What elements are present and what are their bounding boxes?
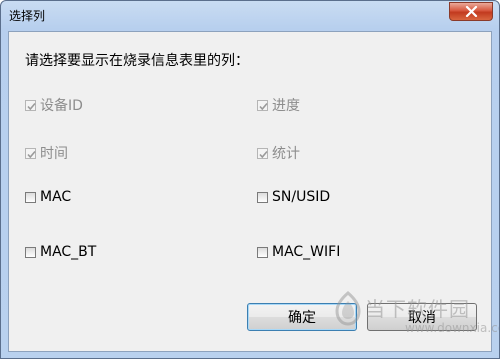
check-icon [259,102,268,110]
watermark-text: 当下软件园 [365,297,470,321]
checkbox-box[interactable] [257,147,268,159]
checkbox-box[interactable] [257,99,268,111]
checkbox-mac[interactable]: MAC [25,188,71,206]
checkbox-mac-bt[interactable]: MAC_BT [25,243,96,261]
checkbox-statistics[interactable]: 统计 [257,144,300,162]
watermark: 当下软件园 www.downxia.com [331,289,499,349]
dialog-window: 选择列 请选择要显示在烧录信息表里的列： 设备ID 进度 时间 统计 MAC S… [0,0,500,359]
checkbox-label: 时间 [40,146,68,162]
checkbox-box[interactable] [257,246,268,258]
checkbox-box[interactable] [25,191,36,203]
checkbox-box[interactable] [257,191,268,203]
close-icon [465,6,478,17]
checkbox-device-id[interactable]: 设备ID [25,96,83,114]
checkbox-label: 设备ID [40,98,83,114]
checkbox-label: 进度 [272,98,300,114]
title-bar[interactable]: 选择列 [1,1,499,31]
checkbox-mac-wifi[interactable]: MAC_WIFI [257,243,340,261]
checkbox-progress[interactable]: 进度 [257,96,300,114]
prompt-label: 请选择要显示在烧录信息表里的列： [25,53,249,69]
check-icon [259,150,268,158]
checkbox-label: MAC_BT [40,244,97,260]
checkbox-label: 统计 [272,146,300,162]
checkbox-label: MAC [40,189,72,205]
watermark-logo-icon [335,291,361,326]
close-button[interactable] [449,2,493,21]
window-title: 选择列 [9,9,46,23]
check-icon [27,150,36,158]
checkbox-sn-usid[interactable]: SN/USID [257,188,330,206]
checkbox-label: SN/USID [272,189,331,205]
checkbox-box[interactable] [25,147,36,159]
checkbox-time[interactable]: 时间 [25,144,68,162]
checkbox-label: MAC_WIFI [272,244,341,260]
check-icon [27,102,36,110]
watermark-url: www.downxia.com [405,321,499,335]
checkbox-box[interactable] [25,246,36,258]
checkbox-box[interactable] [25,99,36,111]
